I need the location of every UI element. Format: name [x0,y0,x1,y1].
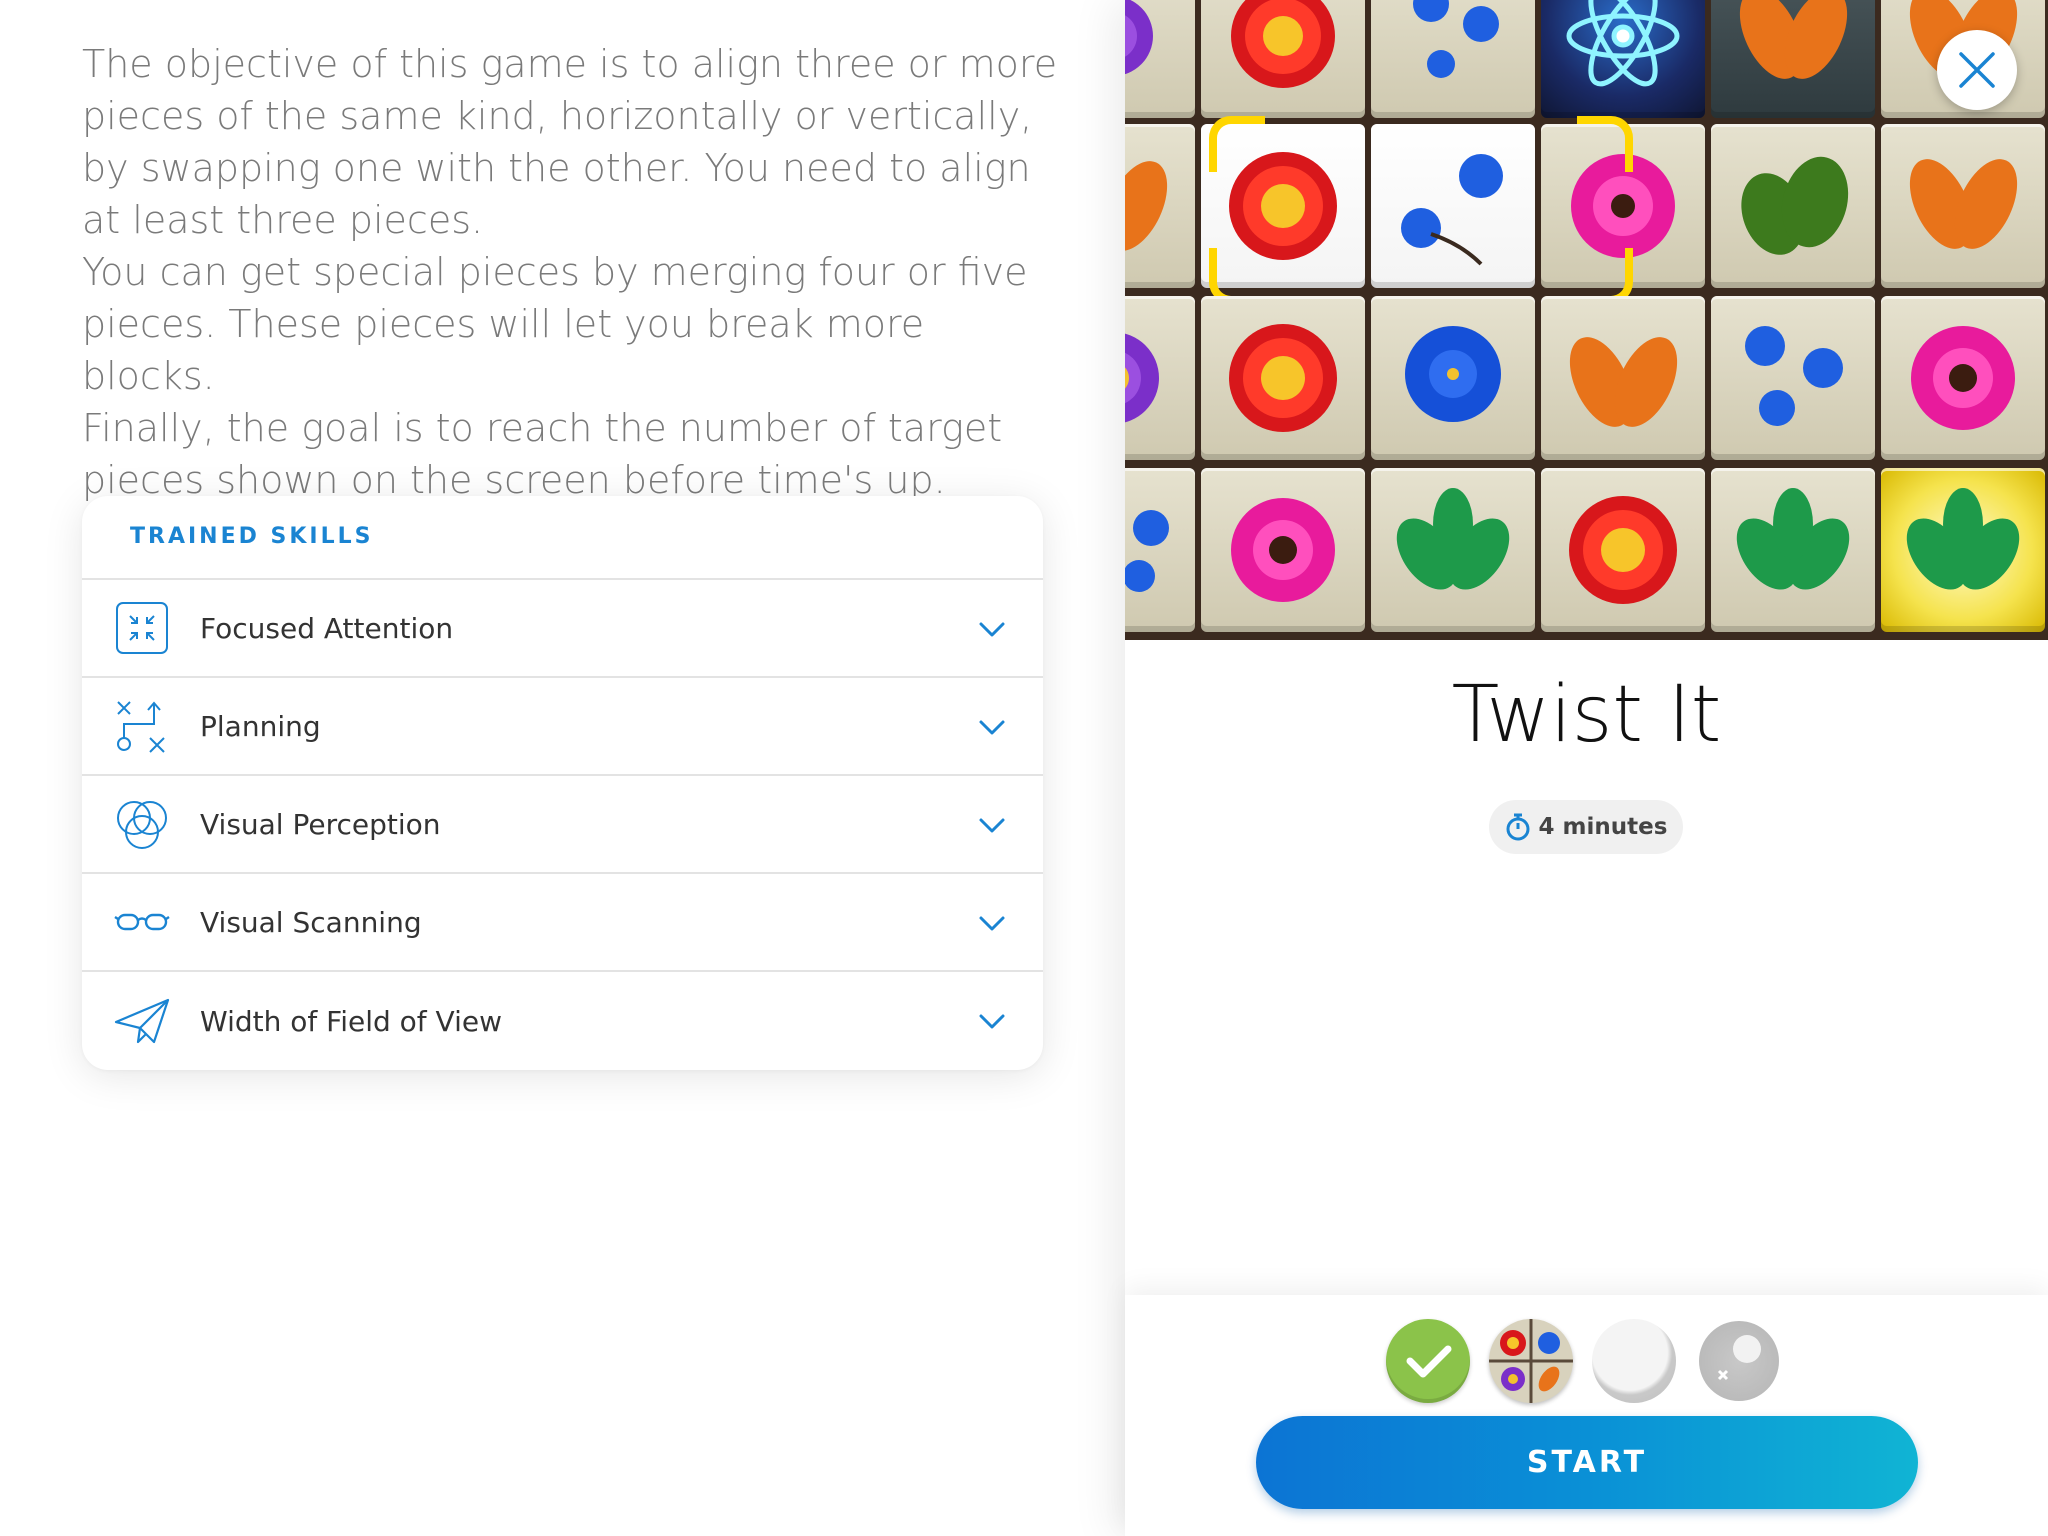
tile-red-flower [1201,296,1365,460]
close-icon [1959,52,1995,88]
game-preview-board [1125,0,2048,640]
tile-purple-flower [1125,0,1195,118]
chevron-down-icon[interactable] [977,712,1007,742]
circles-icon [112,794,172,854]
focus-arrows-icon [112,598,172,658]
description-paragraph: Finally, the goal is to reach the number… [82,406,1003,502]
skill-row-visual-perception[interactable]: Visual Perception [82,776,1043,874]
start-button[interactable]: START [1256,1416,1918,1509]
tile-blue-flowers [1371,0,1535,118]
chevron-down-icon[interactable] [977,1006,1007,1036]
tile-orange-leaves [1711,0,1875,118]
skill-label: Width of Field of View [200,1004,502,1038]
chevron-down-icon[interactable] [977,614,1007,644]
tile-orange-leaves [1541,296,1705,460]
locked-level-icon [1717,1335,1761,1381]
tile-blue-flower [1371,296,1535,460]
level-progress-completed [1386,1319,1470,1403]
tile-green-plant-special [1881,468,2045,632]
skill-row-visual-scanning[interactable]: Visual Scanning [82,874,1043,972]
description-paragraph: You can get special pieces by merging fo… [82,250,1028,398]
tile-pink-flower [1201,468,1365,632]
duration-badge: 4 minutes [1489,800,1683,854]
tile-purple-flower [1125,296,1195,460]
game-detail-panel: Twist It 4 minutes START [1125,0,2048,1536]
skill-row-planning[interactable]: Planning [82,678,1043,776]
skill-label: Visual Scanning [200,905,422,939]
chevron-down-icon[interactable] [977,810,1007,840]
tile-green-plant [1371,468,1535,632]
chevron-down-icon[interactable] [977,908,1007,938]
skill-label: Visual Perception [200,807,441,841]
tile-green-leaves [1711,124,1875,288]
level-progress-current [1489,1319,1573,1403]
level-progress-locked [1699,1321,1779,1401]
tile-pink-flower [1881,296,2045,460]
tile-blue-flowers [1125,468,1195,632]
game-description: The objective of this game is to align t… [82,38,1062,506]
selection-corner [1577,116,1633,172]
skill-label: Focused Attention [200,611,454,645]
tile-blue-flowers [1711,296,1875,460]
skill-row-width-of-field-of-view[interactable]: Width of Field of View [82,972,1043,1070]
check-icon [1406,1345,1452,1378]
tile-blue-flowers-selected[interactable] [1371,124,1535,288]
paper-plane-icon [112,991,172,1051]
board-thumbnail-icon [1489,1319,1573,1403]
left-panel: The objective of this game is to align t… [0,0,1125,1536]
selection-corner [1209,116,1265,172]
duration-text: 4 minutes [1538,814,1668,840]
close-button[interactable] [1937,30,2017,110]
glasses-icon [112,892,172,952]
tile-orange-leaves [1881,124,2045,288]
start-button-label: START [1526,1445,1648,1480]
trained-skills-title: TRAINED SKILLS [82,496,1043,580]
level-progress-locked [1592,1319,1676,1403]
tile-red-flower [1201,0,1365,118]
skill-label: Planning [200,709,321,743]
tile-orange-leaves [1125,124,1195,288]
trained-skills-card: TRAINED SKILLS Focused Attention Plannin… [82,496,1043,1070]
skill-row-focused-attention[interactable]: Focused Attention [82,580,1043,678]
game-title: Twist It [1451,670,1722,760]
tile-green-plant [1711,468,1875,632]
tile-atom-special [1541,0,1705,118]
description-paragraph: The objective of this game is to align t… [82,42,1058,242]
stopwatch-icon [1506,813,1530,841]
start-footer: START [1125,1295,2048,1536]
planning-icon [112,696,172,756]
tile-red-flower [1541,468,1705,632]
